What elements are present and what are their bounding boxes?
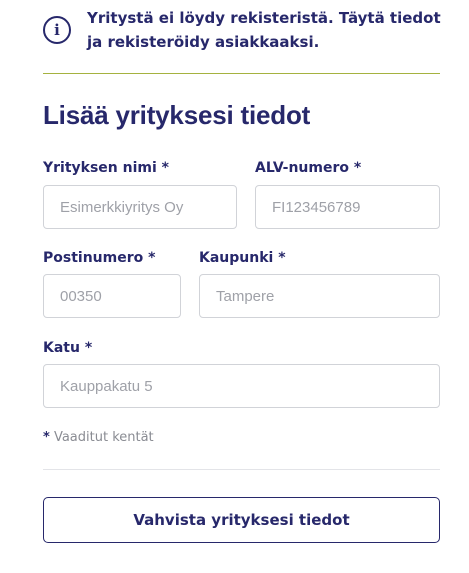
vat-number-input[interactable] <box>255 185 440 229</box>
not-found-notice: i Yritystä ei löydy rekisteristä. Täytä … <box>43 6 443 54</box>
notice-divider <box>43 73 440 74</box>
required-star: * <box>43 430 50 445</box>
postal-code-label: Postinumero * <box>43 250 156 266</box>
info-icon: i <box>43 16 71 44</box>
company-name-label: Yrityksen nimi * <box>43 160 169 176</box>
postal-code-input[interactable] <box>43 274 181 318</box>
company-registration-page: i Yritystä ei löydy rekisteristä. Täytä … <box>0 0 469 573</box>
street-label: Katu * <box>43 340 93 356</box>
notice-line-1: Yritystä ei löydy rekisteristä. Täytä ti… <box>87 9 441 27</box>
confirm-company-button[interactable]: Vahvista yrityksesi tiedot <box>43 497 440 543</box>
notice-text: Yritystä ei löydy rekisteristä. Täytä ti… <box>87 6 441 54</box>
city-input[interactable] <box>199 274 440 318</box>
notice-line-2: ja rekisteröidy asiakkaaksi. <box>87 33 320 51</box>
required-note-text: Vaaditut kentät <box>49 430 154 445</box>
form-divider <box>43 469 440 470</box>
company-name-input[interactable] <box>43 185 237 229</box>
required-fields-note: * Vaaditut kentät <box>43 430 154 445</box>
city-label: Kaupunki * <box>199 250 286 266</box>
vat-number-label: ALV-numero * <box>255 160 362 176</box>
form-title: Lisää yrityksesi tiedot <box>43 100 311 130</box>
street-input[interactable] <box>43 364 440 408</box>
